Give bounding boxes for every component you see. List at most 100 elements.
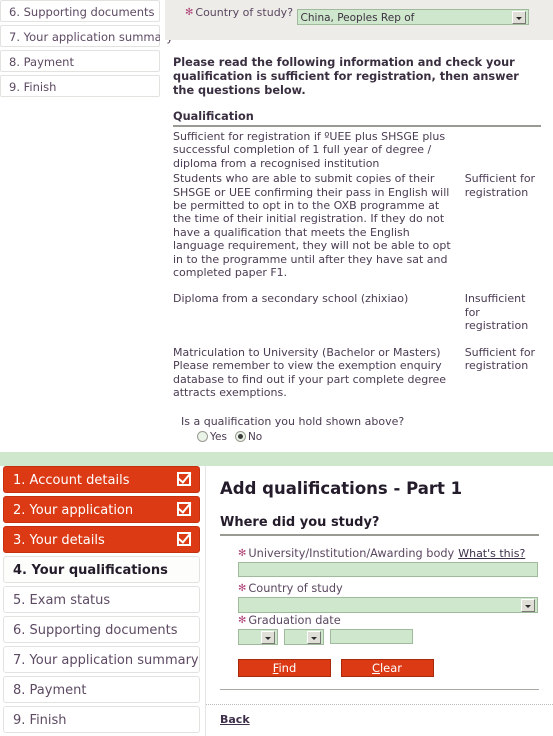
checkmark-icon [177, 472, 191, 486]
graduation-date-row: ✻ Graduation date [238, 614, 553, 649]
step-label: 4. Your qualifications [13, 563, 168, 578]
graduation-date-inputs [238, 629, 553, 649]
sidebar-item-label: 8. Payment [9, 55, 74, 69]
chevron-down-icon[interactable] [511, 11, 526, 24]
question-qualification-shown: Is a qualification you hold shown above?… [181, 415, 541, 443]
page-title: Add qualifications - Part 1 [220, 479, 463, 498]
table-row: Matriculation to University (Bachelor or… [173, 346, 541, 400]
upper-page-fragment: 6. Supporting documents 7. Your applicat… [0, 0, 553, 460]
main-content-panel: Add qualifications - Part 1 Where did yo… [205, 466, 553, 736]
radio-yes-label: Yes [210, 431, 227, 444]
step-label: 1. Account details [13, 473, 130, 488]
required-marker-icon: ✻ [185, 7, 194, 18]
top-content-column: ✻ Country of study? China, Peoples Rep of… [165, 0, 553, 460]
qualification-description: Matriculation to University (Bachelor or… [173, 345, 447, 399]
table-row: Sufficient for registration if ºUEE plus… [173, 130, 541, 170]
sidebar-item-your-application[interactable]: 2. Your application [3, 496, 200, 523]
country-of-study-select[interactable]: China, Peoples Rep of [296, 9, 529, 25]
qualification-verdict: Insufficient for registration [464, 292, 529, 333]
step-label: 2. Your application [13, 503, 134, 518]
step-label: 3. Your details [13, 533, 105, 548]
checkmark-icon [177, 502, 191, 516]
lower-page-fragment: 1. Account details 2. Your application 3… [0, 466, 553, 736]
sidebar-item-exam-status[interactable]: 5. Exam status [3, 586, 200, 613]
question-text: Is a qualification you hold shown above? [181, 415, 405, 429]
sidebar-item-label: 6. Supporting documents [9, 5, 155, 19]
sidebar-top: 6. Supporting documents 7. Your applicat… [0, 0, 173, 100]
qualification-verdict: Sufficient for registration [464, 345, 536, 373]
section-heading: Where did you study? [220, 515, 539, 536]
sidebar-item-label: 7. Your application summary [9, 30, 174, 44]
required-marker-icon: ✻ [238, 615, 247, 626]
back-link[interactable]: Back [220, 713, 250, 726]
country-of-study-select-wrap: China, Peoples Rep of [296, 9, 529, 25]
sidebar-item-your-qualifications[interactable]: 4. Your qualifications [3, 556, 200, 583]
country-of-study-value: China, Peoples Rep of [300, 12, 415, 24]
step-label: 9. Finish [13, 713, 67, 728]
sidebar-item-finish[interactable]: 9. Finish [3, 706, 200, 733]
step-label: 5. Exam status [13, 593, 111, 608]
qualification-table-header: Qualification [173, 110, 541, 127]
country-label-text: Country of study [248, 582, 343, 595]
find-button[interactable]: Find [238, 659, 331, 677]
country-of-study-label: Country of study? [195, 6, 294, 19]
whats-this-link[interactable]: What's this? [458, 547, 525, 560]
radio-group: Yes No [197, 430, 541, 443]
institution-input[interactable] [238, 562, 538, 577]
sidebar-item-application-summary[interactable]: 7. Your application summary [0, 25, 173, 47]
clear-label: lear [379, 661, 403, 675]
sidebar-item-finish[interactable]: 9. Finish [0, 75, 160, 97]
step-label: 7. Your application summary [13, 653, 199, 668]
graduation-day-select[interactable] [238, 629, 278, 645]
instruction-text: Please read the following information an… [173, 56, 519, 97]
chevron-down-icon[interactable] [307, 631, 321, 644]
study-location-form: ✻ University/Institution/Awarding body Wha… [238, 547, 553, 677]
chevron-down-icon[interactable] [261, 631, 275, 644]
row-spacer [173, 281, 541, 292]
graduation-month-select[interactable] [284, 629, 324, 645]
find-label: ind [278, 661, 297, 675]
checkmark-icon [177, 532, 191, 546]
graduation-date-label: ✻ Graduation date [238, 614, 553, 627]
graduation-year-input[interactable] [330, 629, 413, 644]
bottom-nav-bar: Back [220, 713, 553, 726]
sidebar-item-supporting-documents[interactable]: 6. Supporting documents [3, 616, 200, 643]
sidebar-item-payment[interactable]: 8. Payment [0, 50, 160, 72]
table-row: Students who are able to submit copies o… [173, 172, 541, 279]
chevron-down-icon[interactable] [521, 599, 535, 612]
country-field-row: ✻ Country of study [238, 582, 553, 613]
form-buttons: Find Clear [238, 659, 553, 677]
required-marker-icon: ✻ [238, 548, 247, 559]
sidebar-item-your-details[interactable]: 3. Your details [3, 526, 200, 553]
country-select[interactable] [238, 597, 538, 613]
sidebar-item-application-summary[interactable]: 7. Your application summary [3, 646, 200, 673]
sidebar-item-label: 9. Finish [9, 80, 57, 94]
sidebar-item-account-details[interactable]: 1. Account details [3, 466, 200, 493]
progress-sidebar: 1. Account details 2. Your application 3… [3, 466, 200, 736]
sidebar-item-payment[interactable]: 8. Payment [3, 676, 200, 703]
qualification-section: Please read the following information an… [165, 40, 553, 460]
clear-button[interactable]: Clear [340, 659, 434, 677]
table-row: Diploma from a secondary school (zhixiao… [173, 292, 541, 332]
institution-label-text: University/Institution/Awarding body [248, 547, 455, 560]
radio-no-label: No [247, 431, 263, 444]
graduation-date-label-text: Graduation date [248, 614, 341, 627]
sidebar-item-supporting-documents[interactable]: 6. Supporting documents [0, 0, 160, 22]
qualification-description: Students who are able to submit copies o… [173, 172, 451, 280]
qualification-verdict: Sufficient for registration [464, 172, 536, 199]
qualification-description: Diploma from a secondary school (zhixiao… [173, 292, 409, 306]
qualification-description: Sufficient for registration if ºUEE plus… [173, 130, 446, 170]
radio-no[interactable] [234, 431, 246, 443]
dotted-divider [206, 704, 553, 705]
divider [220, 689, 539, 690]
step-label: 8. Payment [13, 683, 87, 698]
step-label: 6. Supporting documents [13, 623, 178, 638]
country-label: ✻ Country of study [238, 582, 553, 595]
radio-yes[interactable] [197, 431, 208, 443]
section-separator-band [0, 452, 553, 466]
institution-field-row: ✻ University/Institution/Awarding body Wha… [238, 547, 553, 577]
required-marker-icon: ✻ [238, 583, 247, 594]
institution-label: ✻ University/Institution/Awarding body Wha… [238, 547, 553, 560]
row-spacer [173, 335, 541, 346]
clear-accesskey: C [371, 661, 380, 675]
